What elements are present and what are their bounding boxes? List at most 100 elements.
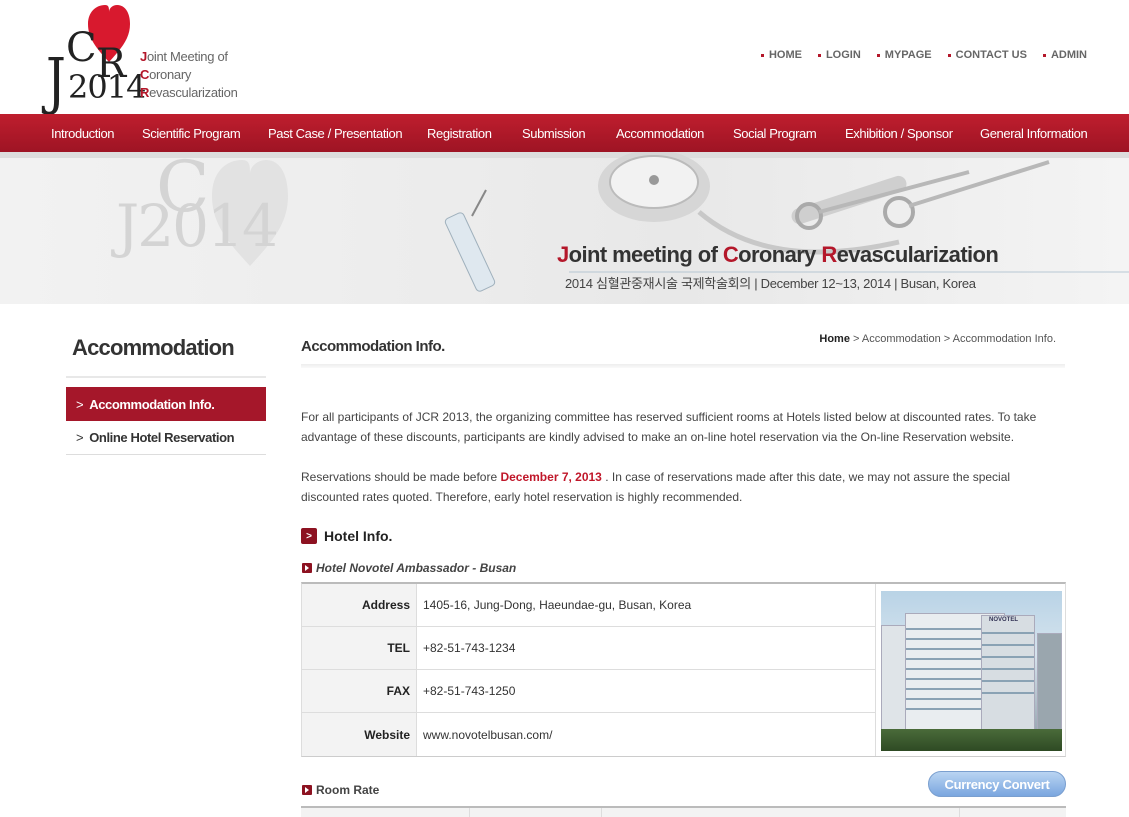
topnav-contact-us[interactable]: CONTACT US bbox=[947, 49, 1027, 61]
row-value: +82-51-743-1250 bbox=[423, 684, 516, 698]
intro-paragraph: For all participants of JCR 2013, the or… bbox=[301, 410, 1037, 444]
table-row: TEL +82-51-743-1234 bbox=[302, 627, 875, 670]
main-nav: Introduction Scientific Program Past Cas… bbox=[0, 114, 1129, 152]
bullet-icon bbox=[760, 53, 764, 57]
row-label: Website bbox=[302, 713, 417, 756]
topnav-home[interactable]: HOME bbox=[760, 49, 802, 61]
banner-word: evascularization bbox=[836, 242, 999, 267]
banner-subtitle: 2014 심혈관중재시술 국제학술회의 | December 12~13, 20… bbox=[565, 276, 976, 291]
nav-registration[interactable]: Registration bbox=[427, 126, 492, 141]
logo-mark-year: 2014 bbox=[68, 68, 146, 106]
logo-mark-j: J bbox=[46, 44, 66, 117]
bullet-icon bbox=[1042, 53, 1046, 57]
topnav-login[interactable]: LOGIN bbox=[817, 49, 861, 61]
chevron-right-icon: > bbox=[76, 396, 84, 412]
hotel-info-heading: > Hotel Info. bbox=[301, 528, 392, 544]
bullet-icon bbox=[876, 53, 880, 57]
table-column-divider bbox=[469, 808, 470, 817]
topnav-label: HOME bbox=[768, 49, 802, 61]
logo-initial: C bbox=[140, 67, 150, 82]
breadcrumb-home-link[interactable]: Home bbox=[819, 333, 850, 345]
table-column-divider bbox=[959, 808, 960, 817]
hero-banner: C J2014 Joint meeting of Coronary Revasc… bbox=[0, 152, 1129, 304]
nav-exhibition-sponsor[interactable]: Exhibition / Sponsor bbox=[845, 126, 953, 141]
website-link[interactable]: www.novotelbusan.com/ bbox=[417, 713, 875, 756]
sidebar-item-accommodation-info[interactable]: > Accommodation Info. bbox=[66, 387, 266, 421]
row-label: Address bbox=[302, 584, 417, 626]
chevron-right-icon: > bbox=[76, 430, 84, 445]
banner-watermark: C J2014 bbox=[116, 152, 279, 260]
building-shape bbox=[981, 615, 1035, 735]
sidebar-title: Accommodation bbox=[72, 335, 235, 360]
logo-mark-c: C bbox=[66, 25, 97, 71]
nav-scientific-program[interactable]: Scientific Program bbox=[142, 126, 241, 141]
row-value: 1405-16, Jung-Dong, Haeundae-gu, Busan, … bbox=[423, 598, 692, 612]
hotel-info-table: Address 1405-16, Jung-Dong, Haeundae-gu,… bbox=[301, 582, 1066, 757]
site-header: C R J 2014 Joint Meeting of Coronary Rev… bbox=[0, 0, 1129, 114]
banner-initial: R bbox=[821, 242, 837, 267]
breadcrumb: Home > Accommodation > Accommodation Inf… bbox=[819, 333, 1056, 345]
page-title: Accommodation Info. bbox=[301, 338, 445, 355]
breadcrumb-trail: > Accommodation > Accommodation Info. bbox=[849, 333, 1056, 345]
logo-word: oint Meeting of bbox=[146, 49, 228, 64]
deadline-text: Reservations should be made before bbox=[301, 470, 501, 484]
arrow-right-icon: > bbox=[301, 528, 317, 544]
logo-word: evascularization bbox=[149, 85, 238, 100]
trees-shape bbox=[881, 729, 1062, 751]
banner-word: oint meeting of bbox=[568, 242, 723, 267]
table-row: Website www.novotelbusan.com/ bbox=[302, 713, 875, 756]
currency-convert-button[interactable]: Currency Convert bbox=[928, 771, 1066, 797]
syringe-illustration bbox=[444, 189, 496, 292]
arrow-right-icon bbox=[302, 563, 312, 573]
hotel-photo: NOVOTEL bbox=[881, 591, 1062, 751]
topnav-admin[interactable]: ADMIN bbox=[1042, 49, 1087, 61]
banner-initial: C bbox=[722, 242, 739, 267]
bullet-icon bbox=[947, 53, 951, 57]
topnav-label: LOGIN bbox=[825, 49, 861, 61]
top-nav: HOME LOGIN MYPAGE CONTACT US ADMIN bbox=[760, 49, 1087, 61]
hotel-name-heading: Hotel Novotel Ambassador - Busan bbox=[302, 561, 516, 575]
hotel-name: Hotel Novotel Ambassador - Busan bbox=[316, 561, 517, 575]
logo-text: Joint Meeting of Coronary Revascularizat… bbox=[140, 48, 238, 102]
nav-general-information[interactable]: General Information bbox=[980, 126, 1088, 141]
bullet-icon bbox=[817, 53, 821, 57]
room-rate-table bbox=[301, 806, 1066, 817]
banner-word: oronary bbox=[738, 242, 822, 267]
row-value: +82-51-743-1234 bbox=[423, 641, 516, 655]
nav-submission[interactable]: Submission bbox=[522, 126, 586, 141]
sidebar-divider bbox=[66, 376, 266, 378]
section-title: Hotel Info. bbox=[324, 528, 393, 544]
table-column-divider bbox=[601, 808, 602, 817]
hotel-sign: NOVOTEL bbox=[989, 617, 1019, 623]
hotel-photo-cell: NOVOTEL bbox=[875, 584, 1065, 756]
table-row: Address 1405-16, Jung-Dong, Haeundae-gu,… bbox=[302, 584, 875, 627]
topnav-label: ADMIN bbox=[1050, 49, 1087, 61]
banner-initial: J bbox=[557, 242, 569, 267]
nav-social-program[interactable]: Social Program bbox=[733, 126, 817, 141]
logo-initial: J bbox=[140, 49, 147, 64]
topnav-mypage[interactable]: MYPAGE bbox=[876, 49, 932, 61]
arrow-right-icon bbox=[302, 785, 312, 795]
title-divider bbox=[301, 364, 1065, 368]
site-logo[interactable]: C R J 2014 Joint Meeting of Coronary Rev… bbox=[46, 4, 246, 112]
topnav-label: CONTACT US bbox=[955, 49, 1027, 61]
nav-accommodation[interactable]: Accommodation bbox=[616, 126, 704, 141]
banner-title: Joint meeting of Coronary Revascularizat… bbox=[557, 242, 999, 268]
logo-word: oronary bbox=[149, 67, 192, 82]
nav-past-case[interactable]: Past Case / Presentation bbox=[268, 126, 403, 141]
deadline-date: December 7, 2013 bbox=[500, 470, 602, 484]
building-shape bbox=[881, 625, 907, 735]
room-rate-heading: Room Rate bbox=[302, 783, 379, 797]
banner-watermark-c: C bbox=[156, 152, 210, 228]
deadline-paragraph: Reservations should be made before Decem… bbox=[301, 467, 1065, 507]
row-label: TEL bbox=[302, 627, 417, 669]
logo-initial: R bbox=[140, 85, 150, 100]
sidebar-item-online-hotel-reservation[interactable]: > Online Hotel Reservation bbox=[66, 421, 266, 455]
row-label: FAX bbox=[302, 670, 417, 712]
table-row: FAX +82-51-743-1250 bbox=[302, 670, 875, 713]
room-rate-title: Room Rate bbox=[316, 783, 380, 797]
sidebar-item-label: Accommodation Info. bbox=[89, 396, 215, 412]
nav-introduction[interactable]: Introduction bbox=[51, 126, 115, 141]
sidebar-item-label: Online Hotel Reservation bbox=[89, 430, 235, 445]
building-shape bbox=[1037, 633, 1062, 735]
